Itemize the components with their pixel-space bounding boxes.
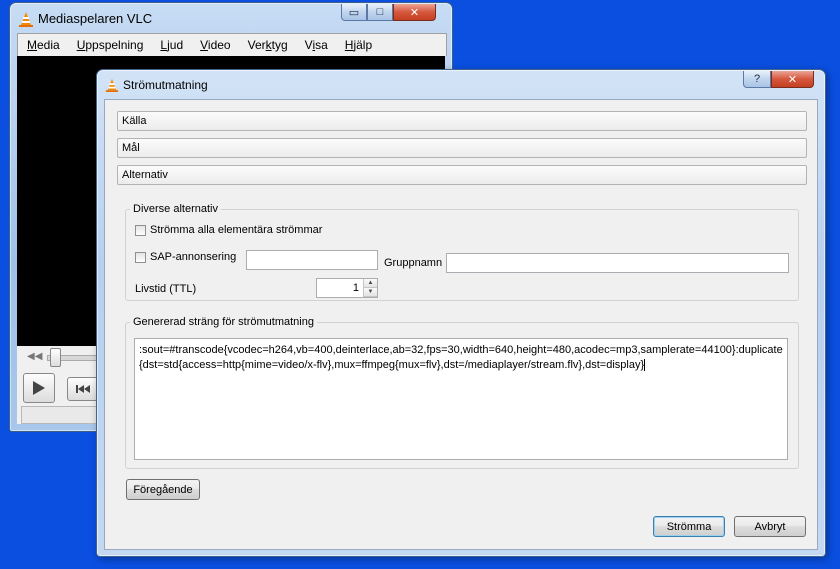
menu-hjälp[interactable]: Hjälp	[336, 38, 380, 52]
dialog-caption-buttons: ? ✕	[743, 71, 814, 88]
seek-handle[interactable]	[50, 348, 61, 367]
ttl-spin-buttons: ▲ ▼	[363, 279, 377, 297]
close-button[interactable]: ✕	[393, 4, 436, 21]
skip-back-icon	[76, 385, 90, 393]
group-name-input[interactable]	[446, 253, 789, 273]
close-icon: ✕	[409, 6, 420, 19]
spin-up-icon[interactable]: ▲	[364, 279, 377, 288]
spin-down-icon[interactable]: ▼	[364, 288, 377, 297]
help-button[interactable]: ?	[743, 71, 771, 88]
minimize-icon: ▭	[348, 6, 360, 19]
ttl-value: 1	[352, 282, 359, 294]
stream-all-checkbox[interactable]	[135, 224, 146, 236]
vlc-menubar: Media Uppspelning Ljud Video Verktyg Visa Hjäl…	[17, 33, 447, 56]
section-options[interactable]: Alternativ	[117, 165, 807, 185]
previous-media-button[interactable]	[67, 377, 99, 401]
menu-ljud[interactable]: Ljud	[151, 38, 191, 52]
menu-uppspelning[interactable]: Uppspelning	[68, 38, 152, 52]
generated-string-text: :sout=#transcode{vcodec=h264,vb=400,dein…	[139, 344, 783, 371]
vlc-caption-buttons: ▭ □ ✕	[341, 4, 436, 21]
group-name-label: Gruppnamn	[384, 257, 443, 269]
menu-visa[interactable]: Visa	[296, 38, 336, 52]
vlc-window-title: Mediaspelaren VLC	[38, 11, 153, 26]
generated-string-legend: Genererad sträng för strömutmatning	[133, 316, 314, 328]
dialog-title: Strömutmatning	[123, 78, 208, 92]
stream-button[interactable]: Strömma	[653, 516, 725, 537]
vlc-cone-icon	[105, 78, 119, 92]
section-destination[interactable]: Mål	[117, 138, 807, 158]
menu-video[interactable]: Video	[191, 38, 238, 52]
menu-verktyg[interactable]: Verktyg	[239, 38, 296, 52]
ttl-label: Livstid (TTL)	[135, 283, 197, 295]
close-icon: ✕	[787, 73, 798, 86]
play-button[interactable]	[23, 373, 55, 403]
dialog-close-button[interactable]: ✕	[771, 71, 814, 88]
generated-string-textarea[interactable]: :sout=#transcode{vcodec=h264,vb=400,dein…	[134, 338, 788, 460]
dialog-content: Källa Mål Alternativ Diverse alternativ …	[104, 99, 818, 550]
misc-options-legend: Diverse alternativ	[133, 203, 218, 215]
sap-row[interactable]: SAP-annonsering	[135, 251, 236, 263]
section-source[interactable]: Källa	[117, 111, 807, 131]
maximize-button[interactable]: □	[367, 4, 393, 21]
slow-icon[interactable]: ◀◀	[27, 351, 42, 362]
play-icon	[33, 381, 45, 395]
stream-all-row[interactable]: Strömma alla elementära strömmar	[135, 224, 322, 236]
menu-media[interactable]: Media	[18, 38, 68, 52]
sap-name-input[interactable]	[246, 250, 378, 270]
sap-label: SAP-annonsering	[150, 251, 237, 263]
help-icon: ?	[753, 73, 761, 85]
stream-all-label: Strömma alla elementära strömmar	[150, 224, 323, 236]
vlc-cone-icon	[19, 12, 33, 27]
maximize-icon: □	[376, 6, 384, 18]
previous-button[interactable]: Föregående	[126, 479, 200, 500]
text-caret	[644, 359, 646, 372]
minimize-button[interactable]: ▭	[341, 4, 367, 21]
stream-output-dialog: Strömutmatning ? ✕ Källa Mål Alternativ …	[96, 69, 826, 557]
cancel-button[interactable]: Avbryt	[734, 516, 806, 537]
ttl-spinbox[interactable]: 1 ▲ ▼	[316, 278, 378, 298]
sap-checkbox[interactable]	[135, 251, 146, 263]
